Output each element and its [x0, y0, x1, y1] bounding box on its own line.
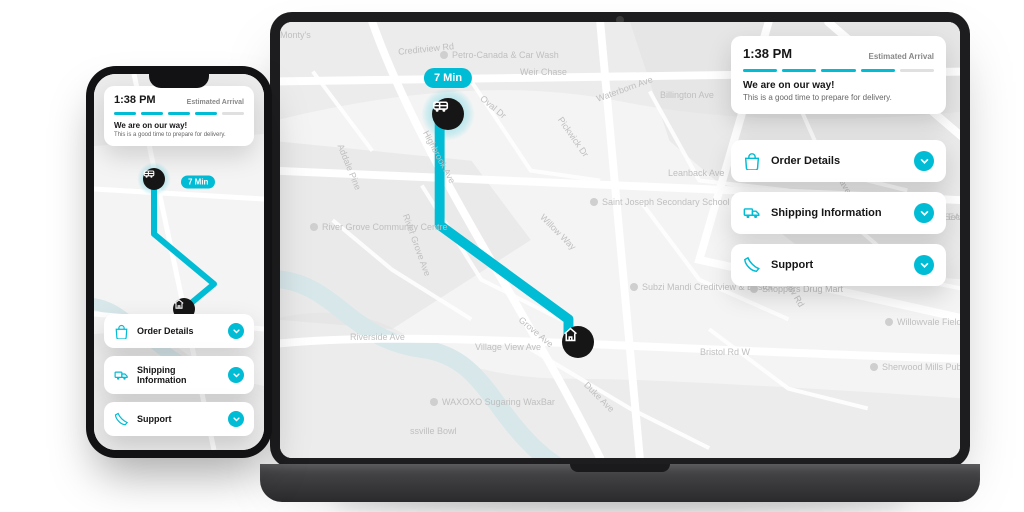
bag-icon: [114, 324, 129, 339]
action-label: Shipping Information: [771, 207, 904, 219]
phone-notch: [149, 74, 209, 88]
phone-icon: [114, 412, 129, 427]
status-time: 1:38 PM: [114, 94, 156, 106]
driver-pin[interactable]: [432, 98, 464, 130]
truck-icon: [743, 204, 761, 222]
truck-icon: [143, 168, 155, 180]
laptop-screen: Creditview Rd Bristol Rd W River Grove A…: [280, 22, 960, 458]
actions-list: Order Details Shipping Information Suppo…: [104, 314, 254, 436]
chevron-down-icon: [228, 367, 244, 383]
home-icon: [562, 326, 579, 343]
laptop-bezel: Creditview Rd Bristol Rd W River Grove A…: [270, 12, 970, 468]
eta-badge: 7 Min: [424, 68, 472, 88]
laptop-trackpad-notch: [570, 464, 670, 472]
chevron-down-icon: [914, 151, 934, 171]
truck-icon: [114, 368, 129, 383]
phone-icon: [743, 256, 761, 274]
status-eta-label: Estimated Arrival: [187, 99, 244, 106]
destination-pin[interactable]: [562, 326, 594, 358]
order-details-button[interactable]: Order Details: [731, 140, 946, 182]
shipping-information-button[interactable]: Shipping Information: [731, 192, 946, 234]
progress-bar: [743, 69, 934, 72]
status-time: 1:38 PM: [743, 46, 792, 61]
bag-icon: [743, 152, 761, 170]
support-button[interactable]: Support: [104, 402, 254, 436]
laptop-device: Creditview Rd Bristol Rd W River Grove A…: [260, 12, 980, 502]
chevron-down-icon: [228, 323, 244, 339]
shipping-information-button[interactable]: Shipping Information: [104, 356, 254, 394]
status-eta-label: Estimated Arrival: [868, 52, 934, 61]
truck-icon: [432, 98, 449, 115]
chevron-down-icon: [228, 411, 244, 427]
chevron-down-icon: [914, 255, 934, 275]
phone-device: 7 Min 1:38 PM Estimated Arrival: [86, 66, 272, 458]
home-icon: [173, 298, 185, 310]
action-label: Shipping Information: [137, 365, 220, 385]
action-label: Support: [137, 414, 220, 424]
support-button[interactable]: Support: [731, 244, 946, 286]
action-label: Order Details: [137, 326, 220, 336]
action-label: Support: [771, 259, 904, 271]
status-card: 1:38 PM Estimated Arrival We are on our …: [731, 36, 946, 114]
chevron-down-icon: [914, 203, 934, 223]
status-subline: This is a good time to prepare for deliv…: [743, 93, 934, 102]
status-headline: We are on our way!: [114, 121, 244, 130]
status-card: 1:38 PM Estimated Arrival We are on our …: [104, 86, 254, 146]
order-details-button[interactable]: Order Details: [104, 314, 254, 348]
progress-bar: [114, 112, 244, 115]
status-subline: This is a good time to prepare for deliv…: [114, 132, 244, 138]
phone-screen: 7 Min 1:38 PM Estimated Arrival: [94, 74, 264, 450]
actions-list: Order Details Shipping Information Suppo…: [731, 140, 946, 286]
action-label: Order Details: [771, 155, 904, 167]
driver-pin[interactable]: [143, 168, 165, 190]
status-headline: We are on our way!: [743, 80, 934, 91]
eta-badge: 7 Min: [181, 176, 215, 189]
